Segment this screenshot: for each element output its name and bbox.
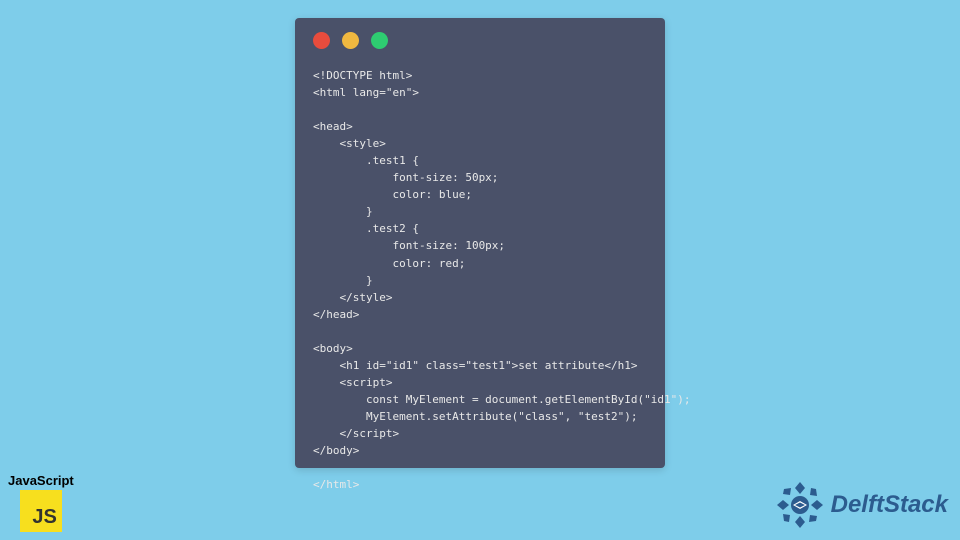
code-block: <!DOCTYPE html> <html lang="en"> <head> …	[313, 67, 647, 493]
delftstack-text: DelftStack	[831, 491, 948, 519]
delftstack-brand: DelftStack	[775, 480, 948, 530]
minimize-icon	[342, 32, 359, 49]
maximize-icon	[371, 32, 388, 49]
delftstack-logo-icon	[775, 480, 825, 530]
close-icon	[313, 32, 330, 49]
javascript-badge: JavaScript JS	[8, 473, 74, 532]
code-window: <!DOCTYPE html> <html lang="en"> <head> …	[295, 18, 665, 468]
window-buttons	[313, 32, 647, 49]
javascript-logo-icon: JS	[20, 490, 62, 532]
javascript-label: JavaScript	[8, 473, 74, 488]
javascript-logo-text: JS	[32, 506, 56, 529]
